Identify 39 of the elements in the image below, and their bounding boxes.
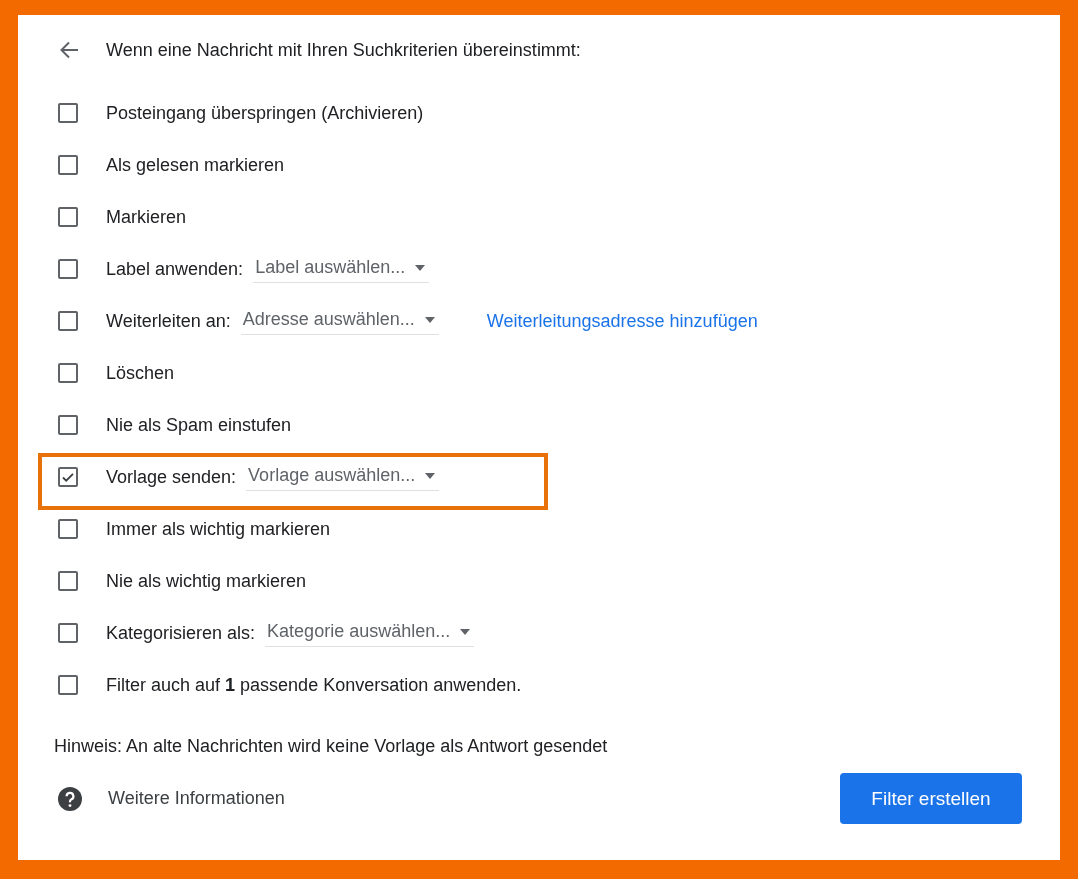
- option-label: Vorlage senden:: [106, 466, 237, 488]
- option-label: Label anwenden:: [106, 258, 244, 280]
- help-icon: [58, 786, 82, 811]
- option-label: Löschen: [106, 362, 175, 384]
- checkbox[interactable]: [58, 467, 78, 487]
- checkbox[interactable]: [58, 571, 78, 591]
- option-label: Kategorisieren als:: [106, 622, 256, 644]
- create-filter-button[interactable]: Filter erstellen: [840, 773, 1022, 824]
- checkbox[interactable]: [58, 363, 78, 383]
- checkbox[interactable]: [58, 311, 78, 331]
- checkbox[interactable]: [58, 415, 78, 435]
- header-title: Wenn eine Nachricht mit Ihren Suchkriterien übereinstimmt:: [106, 39, 581, 61]
- dropdown[interactable]: Adresse auswählen...: [240, 307, 439, 335]
- caret-icon: [415, 264, 426, 271]
- dropdown[interactable]: Label auswählen...: [253, 255, 430, 283]
- caret-icon: [460, 628, 471, 635]
- checkbox[interactable]: [58, 259, 78, 279]
- checkbox[interactable]: [58, 519, 78, 539]
- checkbox[interactable]: [58, 623, 78, 643]
- caret-icon: [425, 472, 436, 479]
- option-label: Filter auch auf 1 passende Konversation anwenden.: [106, 674, 522, 696]
- caret-icon: [424, 316, 435, 323]
- option-label: Nie als wichtig markieren: [106, 570, 307, 592]
- checkbox[interactable]: [58, 155, 78, 175]
- checkbox[interactable]: [58, 103, 78, 123]
- option-label: Immer als wichtig markieren: [106, 518, 331, 540]
- option-label: Posteingang überspringen (Archivieren): [106, 102, 424, 124]
- option-label: Markieren: [106, 206, 187, 228]
- dropdown[interactable]: Vorlage auswählen...: [246, 463, 440, 491]
- more-info-link[interactable]: Weitere Informationen: [108, 788, 285, 809]
- dropdown[interactable]: Kategorie auswählen...: [265, 619, 475, 647]
- hint-text: Hinweis: An alte Nachrichten wird keine Vorlage als Antwort gesendet: [54, 735, 609, 758]
- back-arrow-icon[interactable]: [58, 39, 80, 61]
- option-label: Als gelesen markieren: [106, 154, 285, 176]
- checkbox[interactable]: [58, 675, 78, 695]
- option-label: Weiterleiten an:: [106, 310, 231, 332]
- checkbox[interactable]: [58, 207, 78, 227]
- add-forwarding-link[interactable]: Weiterleitungsadresse hinzufügen: [486, 310, 758, 332]
- option-label: Nie als Spam einstufen: [106, 414, 292, 436]
